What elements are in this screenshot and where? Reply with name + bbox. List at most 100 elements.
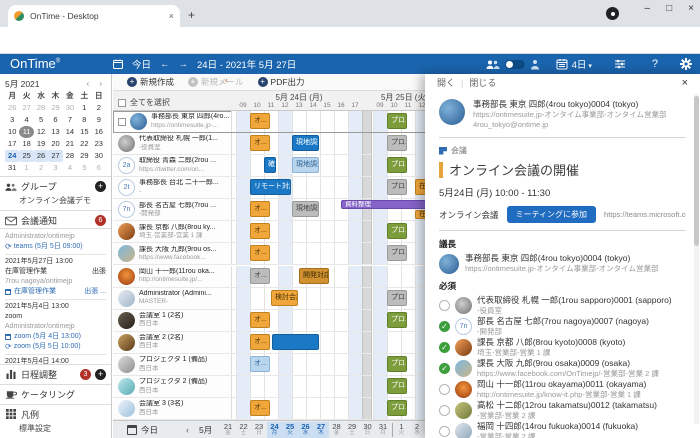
- mini-calendar-day[interactable]: 6: [92, 162, 106, 174]
- tab-close-icon[interactable]: ×: [169, 11, 174, 21]
- strip-day[interactable]: 24月: [267, 422, 283, 438]
- mini-calendar-day[interactable]: 16: [92, 126, 106, 138]
- attendee-row[interactable]: 高松 十二郎(12rou takamatsu)0012 (takamatsu)-…: [439, 400, 686, 421]
- notification-line[interactable]: ⟳zoom (5月 5日 10:00): [5, 342, 106, 352]
- schedule-block[interactable]: プロ...: [387, 223, 407, 239]
- browser-tab[interactable]: OnTime - Desktop ×: [8, 5, 180, 27]
- group-view-icon[interactable]: [486, 59, 500, 70]
- mini-calendar-day[interactable]: 26: [34, 150, 48, 162]
- strip-day[interactable]: 30日: [360, 422, 376, 438]
- schedule-block[interactable]: [272, 334, 319, 350]
- window-minimize-button[interactable]: –: [645, 3, 651, 14]
- mini-calendar-day[interactable]: 3: [48, 162, 62, 174]
- schedule-block[interactable]: プロ...: [387, 312, 407, 328]
- person-cell[interactable]: 代表取締役 札幌 一郎(1...-役員室: [113, 133, 232, 154]
- select-all-checkbox[interactable]: [118, 99, 126, 107]
- schedule-block[interactable]: オ...: [250, 400, 270, 416]
- strip-day[interactable]: 27木: [313, 422, 329, 438]
- schedule-block[interactable]: オ...: [250, 201, 270, 217]
- add-group-button[interactable]: +: [95, 181, 106, 192]
- prev-button[interactable]: ←: [160, 59, 170, 70]
- schedule-block[interactable]: オ...: [250, 135, 270, 151]
- strip-day[interactable]: 21金: [220, 422, 236, 438]
- schedule-block[interactable]: オ...: [250, 334, 270, 350]
- mini-calendar-day[interactable]: 3: [5, 114, 19, 126]
- mini-calendar-day[interactable]: 24: [5, 150, 19, 162]
- person-cell[interactable]: 2t事務部長 台北 二十一郎...-: [113, 177, 232, 198]
- mini-calendar-day[interactable]: 21: [63, 138, 77, 150]
- mini-calendar-day[interactable]: 7: [63, 114, 77, 126]
- notification-line[interactable]: zoom (5月 4日 13:00): [5, 332, 106, 342]
- strip-day[interactable]: 28金: [329, 422, 345, 438]
- strip-day[interactable]: 26水: [298, 422, 314, 438]
- mini-calendar-day[interactable]: 17: [5, 138, 19, 150]
- schedule-block[interactable]: オ...: [250, 356, 270, 372]
- mini-calendar-day[interactable]: 1: [19, 162, 33, 174]
- view-days-dropdown[interactable]: 4日▾: [572, 57, 592, 71]
- mini-calendar-day[interactable]: 27: [48, 150, 62, 162]
- mini-calendar-day[interactable]: 8: [77, 114, 91, 126]
- mini-calendar-day[interactable]: 22: [77, 138, 91, 150]
- mini-calendar-day[interactable]: 9: [92, 114, 106, 126]
- strip-day[interactable]: 23日: [251, 422, 267, 438]
- collapse-people-list-handle[interactable]: ‹: [225, 75, 228, 85]
- strip-day[interactable]: 22土: [236, 422, 252, 438]
- mini-calendar-day[interactable]: 20: [48, 138, 62, 150]
- mini-calendar-day[interactable]: 19: [34, 138, 48, 150]
- mini-calendar-day[interactable]: 10: [5, 126, 19, 138]
- strip-day[interactable]: 31月: [375, 422, 391, 438]
- tune-icon[interactable]: [614, 59, 626, 69]
- person-cell[interactable]: 7n部長 名古屋 七郎(7rou ...-開発部: [113, 199, 232, 220]
- window-close-button[interactable]: ×: [688, 3, 694, 14]
- schedule-block[interactable]: 現地調査: [292, 157, 319, 173]
- next-button[interactable]: →: [179, 59, 189, 70]
- mini-calendar-day[interactable]: 18: [19, 138, 33, 150]
- attendee-row[interactable]: 岡山 十一郎(11rou okayama)0011 (okayama)http:…: [439, 379, 686, 400]
- schedule-block[interactable]: 現地調査: [292, 135, 319, 151]
- mini-calendar-day[interactable]: 25: [19, 150, 33, 162]
- strip-day[interactable]: 2水: [409, 422, 425, 438]
- strip-day[interactable]: 25火: [282, 422, 298, 438]
- mini-calendar-day[interactable]: 5: [77, 162, 91, 174]
- tool-add-button[interactable]: +: [95, 369, 106, 380]
- group-item[interactable]: オンライン会議デモ: [5, 193, 106, 207]
- notification-item[interactable]: Administrator/ontimejp⟳teams (5月 5日 09:0…: [5, 230, 106, 255]
- new-entry-button[interactable]: +新規作成: [127, 76, 174, 88]
- mini-calendar-day[interactable]: 4: [19, 114, 33, 126]
- strip-day[interactable]: 29土: [344, 422, 360, 438]
- schedule-block[interactable]: 資料整理: [341, 200, 431, 209]
- mini-calendar-day[interactable]: 30: [63, 102, 77, 114]
- new-tab-button[interactable]: +: [188, 8, 195, 22]
- person-cell[interactable]: 課長 大阪 九郎(9rou os...https://www.facebook.…: [113, 243, 232, 264]
- person-view-icon[interactable]: [530, 59, 540, 70]
- meeting-url[interactable]: https://teams.microsoft.com/...: [604, 210, 686, 219]
- mini-calendar-day[interactable]: 29: [48, 102, 62, 114]
- notification-item[interactable]: 2021年5月4日 13:00zoomAdministrator/ontimej…: [5, 300, 106, 355]
- sidebar-tool-chart[interactable]: 日程調整3+: [0, 364, 111, 384]
- mini-calendar-day[interactable]: 23: [92, 138, 106, 150]
- mini-calendar-day[interactable]: 2: [34, 162, 48, 174]
- mini-calendar-day[interactable]: 28: [63, 150, 77, 162]
- person-cell[interactable]: 会議室 2 (2名)西日本: [113, 332, 232, 353]
- new-mail-button[interactable]: +新規メール: [188, 76, 244, 88]
- mini-calendar-day[interactable]: 26: [5, 102, 19, 114]
- mini-calendar-day[interactable]: 2: [92, 102, 106, 114]
- schedule-block[interactable]: プロ...: [387, 378, 407, 394]
- panel-open-button[interactable]: 開く: [437, 76, 455, 89]
- person-cell[interactable]: Administrator (Admini...MASTER-: [113, 288, 232, 309]
- schedule-block[interactable]: プロ...: [387, 135, 407, 151]
- schedule-block[interactable]: プロ...: [387, 179, 407, 195]
- attendee-row[interactable]: ✓7n部長 名古屋 七郎(7rou nagoya)0007 (nagoya)-開…: [439, 316, 686, 337]
- mini-calendar-day[interactable]: 27: [19, 102, 33, 114]
- person-cell[interactable]: 課長 京都 八郎(8rou ky...埼玉-営業部-営業 1 課: [113, 221, 232, 242]
- schedule-block[interactable]: 確.: [264, 157, 276, 173]
- window-maximize-button[interactable]: □: [666, 3, 672, 14]
- schedule-block[interactable]: プロ...: [387, 400, 407, 416]
- attendee-row[interactable]: ✓課長 大阪 九郎(9rou osaka)0009 (osaka)https:/…: [439, 358, 686, 379]
- view-calendar-icon[interactable]: [556, 58, 568, 70]
- schedule-block[interactable]: オ...: [250, 113, 270, 129]
- sidebar-tool-legend[interactable]: 凡例標準設定: [0, 404, 111, 438]
- attendee-row[interactable]: ✓課長 京都 八郎(8rou kyoto)0008 (kyoto)埼玉-営業部-…: [439, 337, 686, 358]
- panel-x-icon[interactable]: ×: [682, 77, 688, 89]
- attendee-row[interactable]: 福岡 十四郎(14rou fukuoka)0014 (fukuoka)-営業部-…: [439, 421, 686, 438]
